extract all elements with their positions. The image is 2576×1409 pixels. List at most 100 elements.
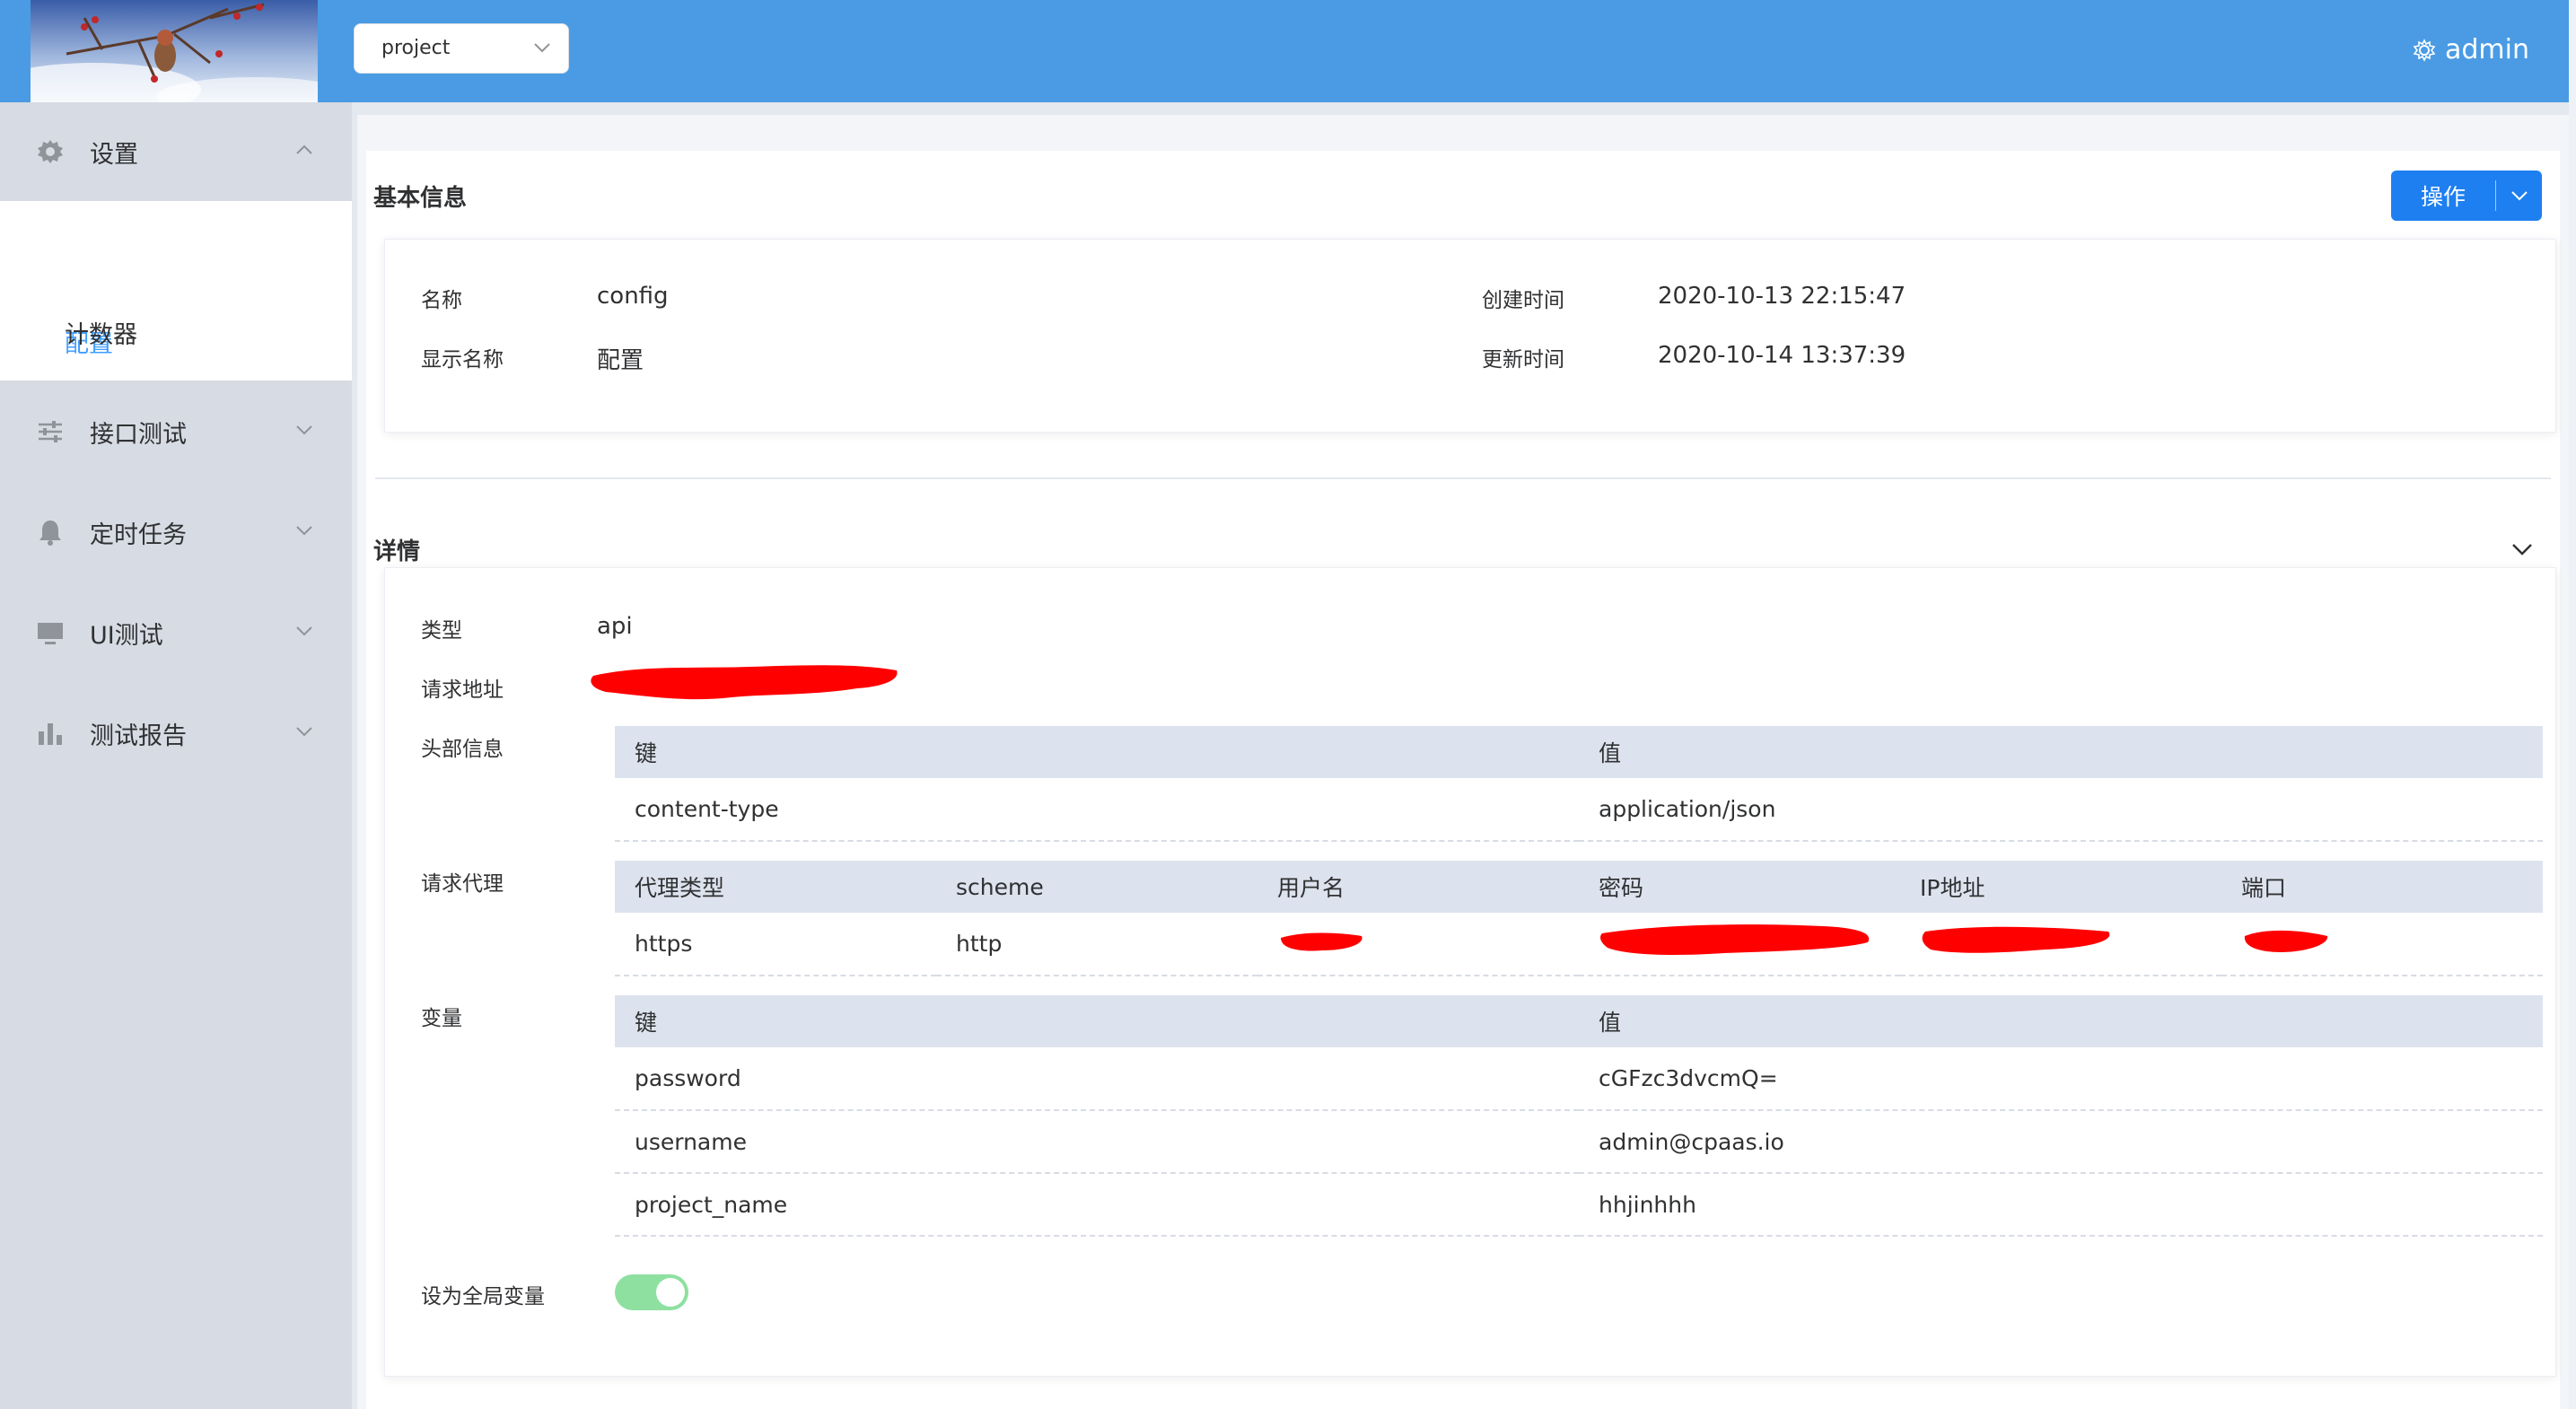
- chevron-down-icon: [296, 626, 312, 636]
- global-variable-toggle[interactable]: [615, 1274, 688, 1310]
- bell-icon: [36, 518, 65, 547]
- chevron-down-icon: [534, 43, 550, 53]
- gear-icon: [36, 137, 65, 166]
- table-row: content-type application/json: [615, 778, 2543, 842]
- chevron-down-icon[interactable]: [2496, 190, 2542, 201]
- settings-icon: [2413, 39, 2436, 62]
- type-value: api: [597, 613, 633, 640]
- redaction-scribble: [591, 665, 898, 700]
- table-cell: https: [615, 913, 936, 976]
- sliders-icon: [36, 417, 65, 446]
- project-select[interactable]: project: [354, 23, 569, 74]
- sidebar-group-label: 定时任务: [90, 521, 187, 549]
- chevron-down-icon: [296, 526, 312, 536]
- sidebar-item-label: 计数器: [65, 321, 137, 349]
- bar-chart-icon: [36, 719, 65, 748]
- column-header: 端口: [2221, 861, 2543, 913]
- sidebar-group-settings[interactable]: 设置: [0, 102, 352, 201]
- user-name: admin: [2445, 34, 2529, 66]
- content-top-strip: [352, 102, 2569, 115]
- table-cell: cGFzc3dvcmQ=: [1579, 1047, 2543, 1111]
- created-time-label: 创建时间: [1482, 289, 1564, 312]
- redaction-scribble: [2244, 930, 2328, 952]
- table-row: username admin@cpaas.io: [615, 1110, 2543, 1174]
- user-menu[interactable]: admin: [2413, 27, 2529, 74]
- headers-table: 键 值 content-type application/json: [615, 726, 2543, 842]
- display-name-label: 显示名称: [421, 348, 504, 372]
- table-header-row: 代理类型 scheme 用户名 密码 IP地址 端口: [615, 861, 2543, 913]
- table-row: https http: [615, 913, 2543, 976]
- sidebar-group-label: 接口测试: [90, 420, 187, 449]
- variables-label: 变量: [421, 1007, 462, 1030]
- sidebar-group-test-report[interactable]: 测试报告: [0, 684, 352, 783]
- sidebar-group-label: 测试报告: [90, 722, 187, 750]
- table-cell: hhjinhhh: [1579, 1173, 2543, 1237]
- column-header: 键: [615, 995, 1579, 1047]
- table-cell: username: [615, 1110, 1579, 1174]
- table-cell: content-type: [615, 778, 1579, 842]
- request-url-label: 请求地址: [421, 678, 504, 702]
- proxy-table: 代理类型 scheme 用户名 密码 IP地址 端口 https http: [615, 861, 2543, 976]
- table-cell: application/json: [1579, 778, 2543, 842]
- redaction-scribble: [1281, 932, 1362, 950]
- table-cell: password: [615, 1047, 1579, 1111]
- table-cell: http: [936, 913, 1257, 976]
- operation-dropdown-button[interactable]: 操作: [2391, 171, 2542, 221]
- sidebar-group-ui-test[interactable]: UI测试: [0, 583, 352, 682]
- table-cell-redacted: [1579, 913, 1900, 976]
- redaction-scribble: [1600, 923, 1870, 955]
- column-header: IP地址: [1900, 861, 2221, 913]
- proxy-label: 请求代理: [421, 872, 504, 896]
- settings-submenu: 配置: [0, 201, 352, 381]
- table-cell-redacted: [1900, 913, 2221, 976]
- column-header: 值: [1579, 995, 2543, 1047]
- sidebar-group-scheduled-tasks[interactable]: 定时任务: [0, 483, 352, 582]
- collapse-chevron-icon[interactable]: [2511, 542, 2533, 556]
- type-label: 类型: [421, 619, 462, 643]
- chevron-down-icon: [296, 727, 312, 737]
- column-header: scheme: [936, 861, 1257, 913]
- table-cell: admin@cpaas.io: [1579, 1110, 2543, 1174]
- created-time-value: 2020-10-13 22:15:47: [1658, 283, 1906, 310]
- operation-button-label: 操作: [2420, 184, 2466, 210]
- detail-title: 详情: [373, 538, 421, 565]
- sidebar: 设置 配置 计数器 接口测试 定时任务 UI测试 测试报告: [0, 102, 352, 1409]
- name-label: 名称: [421, 289, 462, 312]
- sidebar-group-api-test[interactable]: 接口测试: [0, 382, 352, 481]
- chevron-down-icon: [296, 425, 312, 435]
- chevron-up-icon: [296, 144, 312, 154]
- redaction-scribble: [1922, 926, 2110, 953]
- sidebar-item-counter[interactable]: 计数器: [65, 318, 137, 354]
- updated-time-value: 2020-10-14 13:37:39: [1658, 342, 1906, 369]
- sidebar-group-label: UI测试: [90, 621, 163, 650]
- column-header: 代理类型: [615, 861, 936, 913]
- table-cell: project_name: [615, 1173, 1579, 1237]
- basic-info-panel: 名称 config 显示名称 配置 创建时间 2020-10-13 22:15:…: [384, 239, 2556, 433]
- display-name-value: 配置: [597, 347, 644, 374]
- top-header: project admin: [0, 0, 2576, 102]
- table-row: password cGFzc3dvcmQ=: [615, 1047, 2543, 1111]
- table-cell-redacted: [2221, 913, 2543, 976]
- main-content: 基本信息 操作 名称 config 显示名称 配置 创建时间 2020-10-1…: [357, 115, 2569, 1409]
- column-header: 用户名: [1257, 861, 1579, 913]
- table-header-row: 键 值: [615, 726, 2543, 778]
- variables-table: 键 值 password cGFzc3dvcmQ= username admin…: [615, 995, 2543, 1237]
- logo-image: [31, 0, 318, 102]
- headers-label: 头部信息: [421, 738, 504, 761]
- table-cell-redacted: [1257, 913, 1579, 976]
- table-header-row: 键 值: [615, 995, 2543, 1047]
- detail-panel: 类型 api 请求地址 头部信息 键 值 content-type applic…: [384, 567, 2556, 1377]
- column-header: 值: [1579, 726, 2543, 778]
- sidebar-group-label: 设置: [90, 140, 138, 169]
- basic-info-title: 基本信息: [373, 185, 468, 212]
- monitor-icon: [36, 618, 65, 647]
- scrollbar[interactable]: [2569, 0, 2576, 1409]
- updated-time-label: 更新时间: [1482, 348, 1564, 372]
- project-select-value: project: [381, 37, 451, 59]
- column-header: 键: [615, 726, 1579, 778]
- column-header: 密码: [1579, 861, 1900, 913]
- table-row: project_name hhjinhhh: [615, 1173, 2543, 1237]
- global-variable-label: 设为全局变量: [421, 1285, 545, 1308]
- detail-card: 详情 类型 api 请求地址 头部信息 键 值 content-type app…: [366, 479, 2560, 1409]
- toggle-knob: [656, 1278, 685, 1307]
